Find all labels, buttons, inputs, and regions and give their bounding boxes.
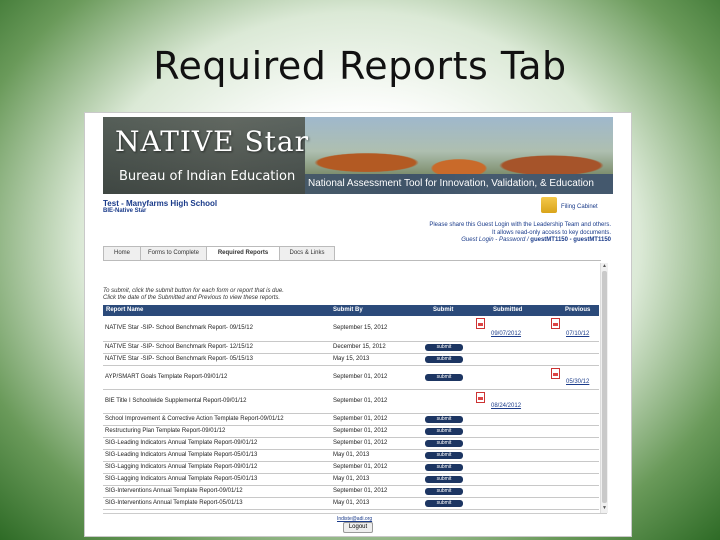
slide-title: Required Reports Tab	[153, 44, 567, 88]
submit-by-date: September 15, 2012	[333, 325, 388, 331]
submit-button[interactable]: submit	[425, 476, 463, 483]
submit-button[interactable]: submit	[425, 488, 463, 495]
submit-button[interactable]: submit	[425, 452, 463, 459]
table-row: BIE Title I Schoolwide Supplemental Repo…	[103, 390, 599, 414]
org-name: Bureau of Indian Education	[119, 169, 296, 184]
submit-by-date: September 01, 2012	[333, 398, 388, 404]
submit-button[interactable]: submit	[425, 464, 463, 471]
browser-screenshot: NATIVE Star Bureau of Indian Education N…	[84, 112, 632, 537]
report-name: SIG-Lagging Indicators Annual Template R…	[105, 464, 258, 470]
reports-table: Report Name Submit By Submit Submitted P…	[103, 305, 599, 510]
table-row: SIG-Leading Indicators Annual Template R…	[103, 450, 599, 462]
submit-by-date: May 01, 2013	[333, 500, 370, 506]
submit-by-date: May 01, 2013	[333, 476, 370, 482]
filing-cabinet-link[interactable]: Filing Cabinet	[541, 197, 601, 219]
native-star-logo: NATIVE Star	[115, 125, 309, 158]
tagline: National Assessment Tool for Innovation,…	[305, 174, 613, 194]
report-name: SIG-Interventions Annual Template Report…	[105, 488, 243, 494]
header-submitted: Submitted	[493, 307, 523, 313]
report-name: BIE Title I Schoolwide Supplemental Repo…	[105, 398, 247, 404]
submit-by-date: May 15, 2013	[333, 356, 370, 362]
report-name: SIG-Leading Indicators Annual Template R…	[105, 440, 258, 446]
tab-required-reports[interactable]: Required Reports	[206, 246, 280, 261]
school-title: Test - Manyfarms High School	[103, 199, 218, 208]
tab-home[interactable]: Home	[103, 246, 141, 260]
table-row: SIG-Lagging Indicators Annual Template R…	[103, 474, 599, 486]
filing-cabinet-label: Filing Cabinet	[561, 204, 598, 210]
table-header: Report Name Submit By Submit Submitted P…	[103, 305, 599, 316]
submit-by-date: September 01, 2012	[333, 428, 388, 434]
scroll-thumb[interactable]	[602, 271, 607, 503]
submit-by-date: May 01, 2013	[333, 452, 370, 458]
school-subtitle: BIE-Native Star	[103, 208, 147, 214]
report-name: School Improvement & Corrective Action T…	[105, 416, 284, 422]
table-row: Restructuring Plan Template Report-09/01…	[103, 426, 599, 438]
submit-button[interactable]: submit	[425, 500, 463, 507]
folder-icon	[541, 197, 557, 213]
table-row: NATIVE Star -SIP- School Benchmark Repor…	[103, 316, 599, 342]
table-row: NATIVE Star -SIP- School Benchmark Repor…	[103, 342, 599, 354]
submit-button[interactable]: submit	[425, 356, 463, 363]
header-previous: Previous	[565, 307, 591, 313]
tab-docs-links[interactable]: Docs & Links	[279, 246, 335, 260]
table-row: SIG-Leading Indicators Annual Template R…	[103, 438, 599, 450]
submit-by-date: September 01, 2012	[333, 440, 388, 446]
submit-button[interactable]: submit	[425, 416, 463, 423]
report-name: NATIVE Star -SIP- School Benchmark Repor…	[105, 325, 253, 331]
submit-by-date: September 01, 2012	[333, 488, 388, 494]
submit-button[interactable]: submit	[425, 428, 463, 435]
header-report-name: Report Name	[106, 307, 144, 313]
scrollbar[interactable]: ▲ ▼	[600, 263, 608, 513]
submit-button[interactable]: submit	[425, 374, 463, 381]
logout-button[interactable]: Logout	[343, 522, 373, 533]
guest-line3-prefix: Guest Login - Password /	[461, 237, 531, 243]
table-row: AYP/SMART Goals Template Report-09/01/12…	[103, 366, 599, 390]
report-name: AYP/SMART Goals Template Report-09/01/12	[105, 374, 228, 380]
pdf-icon	[551, 368, 560, 379]
guest-login-info: Please share this Guest Login with the L…	[429, 222, 611, 245]
header-submit: Submit	[433, 307, 454, 313]
tab-forms-to-complete[interactable]: Forms to Complete	[140, 246, 207, 260]
guest-credentials: guestMT1150 - guestMT1150	[530, 237, 611, 243]
guest-line1: Please share this Guest Login with the L…	[429, 222, 611, 228]
submit-by-date: September 01, 2012	[333, 416, 388, 422]
table-row: SIG-Interventions Annual Template Report…	[103, 498, 599, 510]
pdf-icon	[551, 318, 560, 329]
submitted-date-link[interactable]: 08/24/2012	[491, 403, 521, 409]
instructions-line2: Click the date of the Submitted and Prev…	[103, 295, 281, 301]
table-row: NATIVE Star -SIP- School Benchmark Repor…	[103, 354, 599, 366]
submit-by-date: September 01, 2012	[333, 374, 388, 380]
guest-line2: It allows read-only access to key docume…	[491, 229, 611, 236]
table-row: SIG-Interventions Annual Template Report…	[103, 486, 599, 498]
table-row: School Improvement & Corrective Action T…	[103, 414, 599, 426]
report-name: SIG-Interventions Annual Template Report…	[105, 500, 243, 506]
submit-by-date: December 15, 2012	[333, 344, 386, 350]
submit-button[interactable]: submit	[425, 440, 463, 447]
submit-button[interactable]: submit	[425, 344, 463, 351]
header-submit-by: Submit By	[333, 307, 363, 313]
report-name: NATIVE Star -SIP- School Benchmark Repor…	[105, 344, 253, 350]
instructions: To submit, click the submit button for e…	[103, 288, 284, 302]
table-row: SIG-Lagging Indicators Annual Template R…	[103, 462, 599, 474]
landscape-image	[305, 117, 613, 174]
previous-date-link[interactable]: 07/10/12	[566, 331, 589, 337]
report-name: NATIVE Star -SIP- School Benchmark Repor…	[105, 356, 253, 362]
pdf-icon	[476, 318, 485, 329]
submitted-date-link[interactable]: 09/07/2012	[491, 331, 521, 337]
pdf-icon	[476, 392, 485, 403]
report-name: SIG-Lagging Indicators Annual Template R…	[105, 476, 258, 482]
report-name: Restructuring Plan Template Report-09/01…	[105, 428, 226, 434]
report-name: SIG-Leading Indicators Annual Template R…	[105, 452, 258, 458]
submit-by-date: September 01, 2012	[333, 464, 388, 470]
banner: NATIVE Star Bureau of Indian Education N…	[103, 117, 613, 194]
previous-date-link[interactable]: 05/30/12	[566, 379, 589, 385]
instructions-line1: To submit, click the submit button for e…	[103, 288, 284, 294]
